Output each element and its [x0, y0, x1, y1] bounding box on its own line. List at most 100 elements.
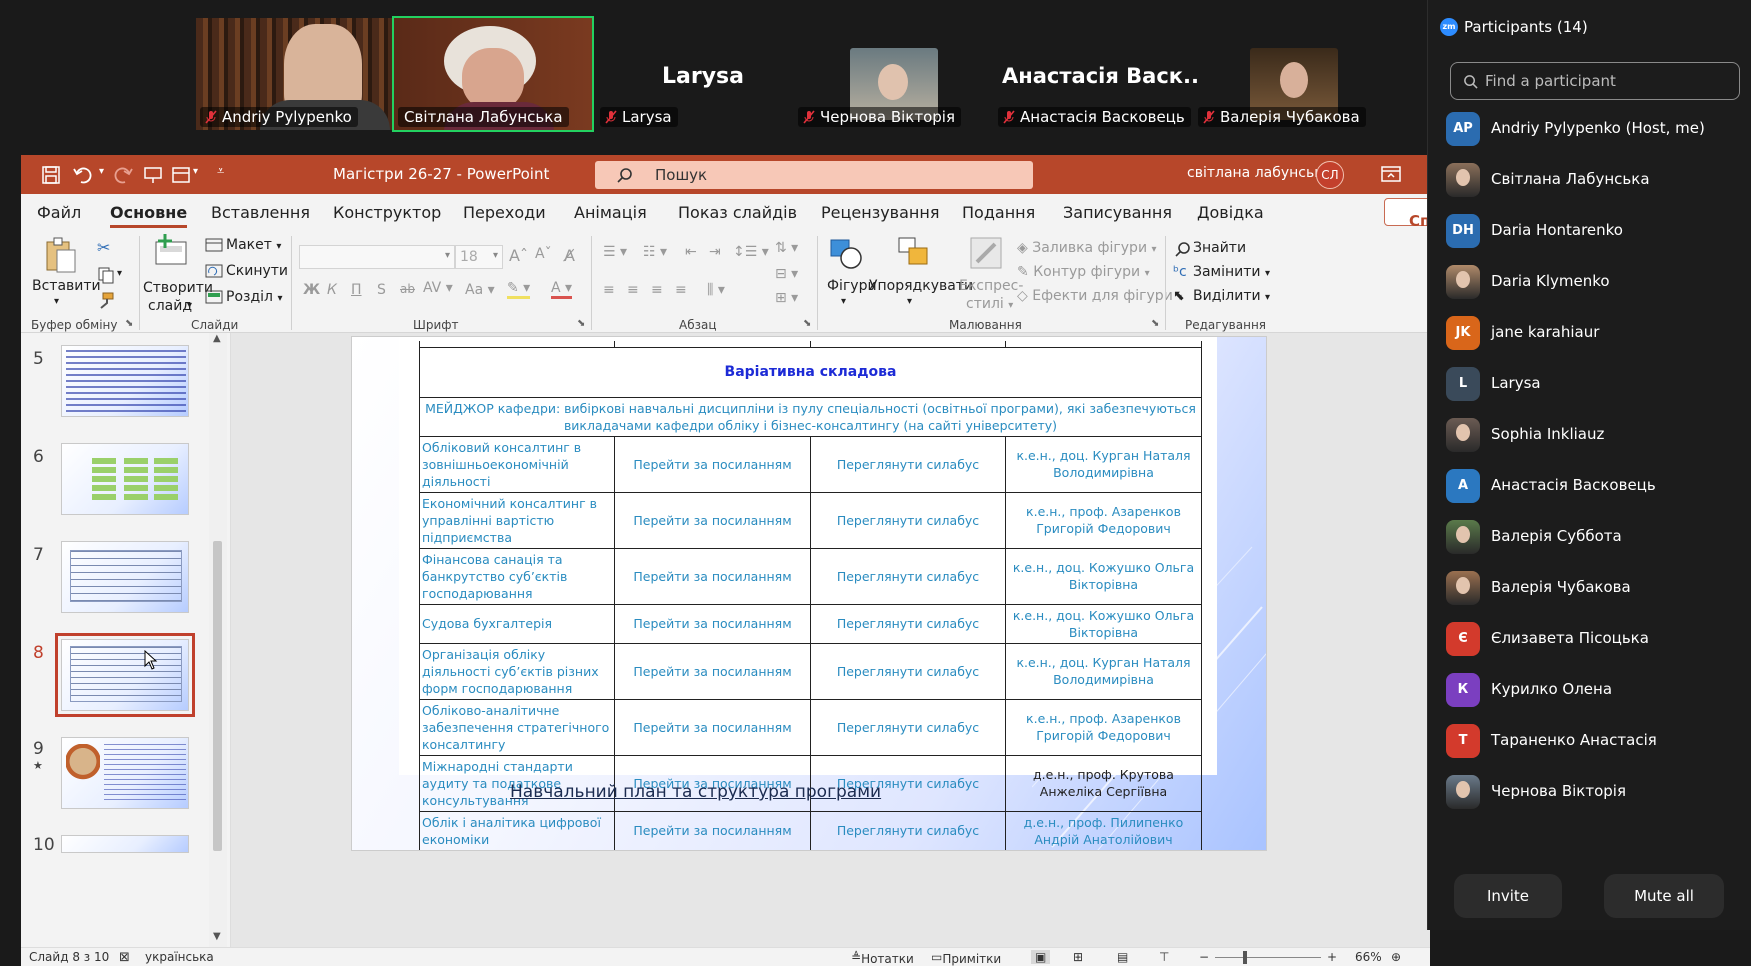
- search-input[interactable]: Пошук: [595, 161, 1033, 189]
- paste-icon[interactable]: [43, 236, 77, 274]
- course-link[interactable]: Перейти за посиланням: [614, 435, 811, 493]
- paste-dropdown-icon[interactable]: ▾: [54, 296, 59, 307]
- shapes-dropdown-icon[interactable]: ▾: [841, 296, 846, 307]
- copy-icon[interactable]: [97, 266, 115, 284]
- notes-button[interactable]: ≜ Нотатки: [851, 950, 914, 966]
- syllabus-link[interactable]: Переглянути силабус: [810, 547, 1006, 605]
- increase-font-icon[interactable]: Aˆ: [509, 246, 528, 265]
- shape-fill-button[interactable]: ◈ Заливка фігури ▾: [1017, 240, 1157, 256]
- participant-row[interactable]: L Larysa: [1446, 363, 1746, 403]
- tab-review[interactable]: Рецензування: [821, 203, 939, 222]
- font-size-select[interactable]: 18 ▾: [455, 245, 503, 269]
- align-left-icon[interactable]: ≡: [603, 282, 615, 298]
- redo-icon[interactable]: [111, 165, 133, 185]
- arrange-button[interactable]: Упорядкувати: [869, 278, 973, 294]
- paste-button[interactable]: Вставити: [32, 278, 101, 294]
- thumbnails-scrollbar[interactable]: ▲ ▼: [209, 333, 227, 947]
- syllabus-link[interactable]: Переглянути силабус: [810, 603, 1006, 644]
- line-spacing-icon[interactable]: ↕☰ ▾: [733, 244, 769, 260]
- course-link[interactable]: Перейти за посиланням: [614, 491, 811, 549]
- participant-row[interactable]: Валерія Суббота: [1446, 516, 1746, 556]
- tab-view[interactable]: Подання: [962, 203, 1035, 222]
- accessibility-icon[interactable]: ⊠: [119, 950, 130, 965]
- bold-button[interactable]: Ж: [303, 282, 320, 298]
- reading-view-icon[interactable]: ▤: [1117, 950, 1128, 964]
- participant-row[interactable]: К Курилко Олена: [1446, 669, 1746, 709]
- change-case-icon[interactable]: Aa ▾: [465, 282, 495, 298]
- layout-button[interactable]: Макет ▾: [226, 237, 281, 253]
- course-link[interactable]: Перейти за посиланням: [614, 603, 811, 644]
- mute-all-button[interactable]: Mute all: [1604, 874, 1724, 918]
- slideshow-from-start-icon[interactable]: [143, 165, 163, 185]
- customize-toolbar-icon[interactable]: ⩡: [217, 164, 224, 179]
- font-color-icon[interactable]: A ▾: [551, 280, 573, 299]
- slide-thumbnail-9[interactable]: [61, 737, 189, 809]
- find-participant-input[interactable]: Find a participant: [1450, 62, 1740, 100]
- clipboard-launcher-icon[interactable]: ⬊: [125, 318, 133, 329]
- video-tile-svitlana[interactable]: Світлана Лабунська: [392, 16, 594, 132]
- invite-button[interactable]: Invite: [1454, 874, 1562, 918]
- new-slide-button-label[interactable]: слайд: [148, 298, 192, 314]
- participant-row[interactable]: Daria Klymenko: [1446, 261, 1746, 301]
- columns-icon[interactable]: ⫼ ▾: [707, 282, 725, 298]
- ribbon-display-options-icon[interactable]: [1381, 165, 1401, 183]
- quick-styles-button[interactable]: Експрес-: [959, 278, 1023, 294]
- slideshow-view-icon[interactable]: ⊤: [1159, 950, 1169, 964]
- fit-to-window-icon[interactable]: ⊕: [1391, 950, 1401, 964]
- avatar[interactable]: СЛ: [1316, 161, 1344, 189]
- normal-view-icon[interactable]: ▣: [1031, 950, 1051, 964]
- slide-thumbnail-7[interactable]: [61, 541, 189, 613]
- font-name-select[interactable]: ▾: [299, 245, 455, 269]
- char-spacing-icon[interactable]: AV ▾: [423, 280, 453, 296]
- slide-thumbnail-5[interactable]: [61, 345, 189, 417]
- underline-button[interactable]: П: [351, 282, 362, 298]
- new-slide-dropdown-icon[interactable]: ▾: [187, 300, 192, 311]
- zoom-in-icon[interactable]: +: [1327, 950, 1337, 964]
- slide-sorter-icon[interactable]: ⊞: [1073, 950, 1083, 964]
- course-link[interactable]: Перейти за посиланням: [614, 642, 811, 700]
- participant-row[interactable]: Sophia Inkliauz: [1446, 414, 1746, 454]
- save-icon[interactable]: [41, 165, 61, 185]
- zoom-slider[interactable]: [1215, 957, 1321, 958]
- course-link[interactable]: Перейти за посиланням: [614, 547, 811, 605]
- participant-row[interactable]: Є Єлизавета Пісоцька: [1446, 618, 1746, 658]
- language-indicator[interactable]: українська: [145, 950, 214, 964]
- zoom-slider-thumb[interactable]: [1243, 951, 1247, 964]
- layout-icon[interactable]: [171, 165, 191, 185]
- participant-row[interactable]: A Анастасія Васковець: [1446, 465, 1746, 505]
- layout-dropdown-icon[interactable]: ▾: [193, 166, 198, 177]
- bullets-icon[interactable]: ☰ ▾: [603, 244, 627, 260]
- cut-icon[interactable]: ✂: [97, 238, 110, 257]
- copy-dropdown-icon[interactable]: ▾: [117, 268, 122, 279]
- video-tile-larysa[interactable]: Larysa Larysa: [598, 18, 796, 130]
- replace-button[interactable]: Замінити ▾: [1193, 264, 1270, 280]
- syllabus-link[interactable]: Переглянути силабус: [810, 698, 1006, 756]
- slide-thumbnail-6[interactable]: [61, 443, 189, 515]
- find-button[interactable]: Знайти: [1193, 240, 1246, 256]
- font-launcher-icon[interactable]: ⬊: [577, 318, 585, 329]
- video-tile-andriy[interactable]: Andriy Pylypenko: [196, 18, 394, 130]
- slide-thumbnail-10[interactable]: [61, 835, 189, 853]
- paragraph-launcher-icon[interactable]: ⬊: [803, 318, 811, 329]
- smartart-icon[interactable]: ⊞ ▾: [775, 290, 798, 306]
- shapes-icon[interactable]: [829, 238, 863, 270]
- arrange-icon[interactable]: [897, 236, 931, 270]
- tab-help[interactable]: Довідка: [1197, 203, 1264, 222]
- align-center-icon[interactable]: ≡: [627, 282, 639, 298]
- tab-animations[interactable]: Анімація: [574, 203, 647, 222]
- undo-icon[interactable]: [73, 165, 95, 185]
- participant-row[interactable]: Світлана Лабунська: [1446, 159, 1746, 199]
- undo-dropdown-icon[interactable]: ▾: [99, 166, 104, 177]
- decrease-font-icon[interactable]: Aˇ: [535, 246, 552, 262]
- new-slide-button[interactable]: Створити: [143, 280, 213, 296]
- decrease-indent-icon[interactable]: ⇤: [685, 244, 697, 260]
- justify-icon[interactable]: ≡: [675, 282, 687, 298]
- increase-indent-icon[interactable]: ⇥: [709, 244, 721, 260]
- video-tile-chubakova[interactable]: Валерія Чубакова: [1198, 18, 1396, 130]
- course-link[interactable]: Перейти за посиланням: [614, 698, 811, 756]
- syllabus-link[interactable]: Переглянути силабус: [810, 435, 1006, 493]
- tab-insert[interactable]: Вставлення: [211, 203, 310, 222]
- clear-formatting-icon[interactable]: A̸: [564, 246, 575, 265]
- format-painter-icon[interactable]: [97, 292, 115, 310]
- slide-thumbnail-8[interactable]: [55, 633, 195, 717]
